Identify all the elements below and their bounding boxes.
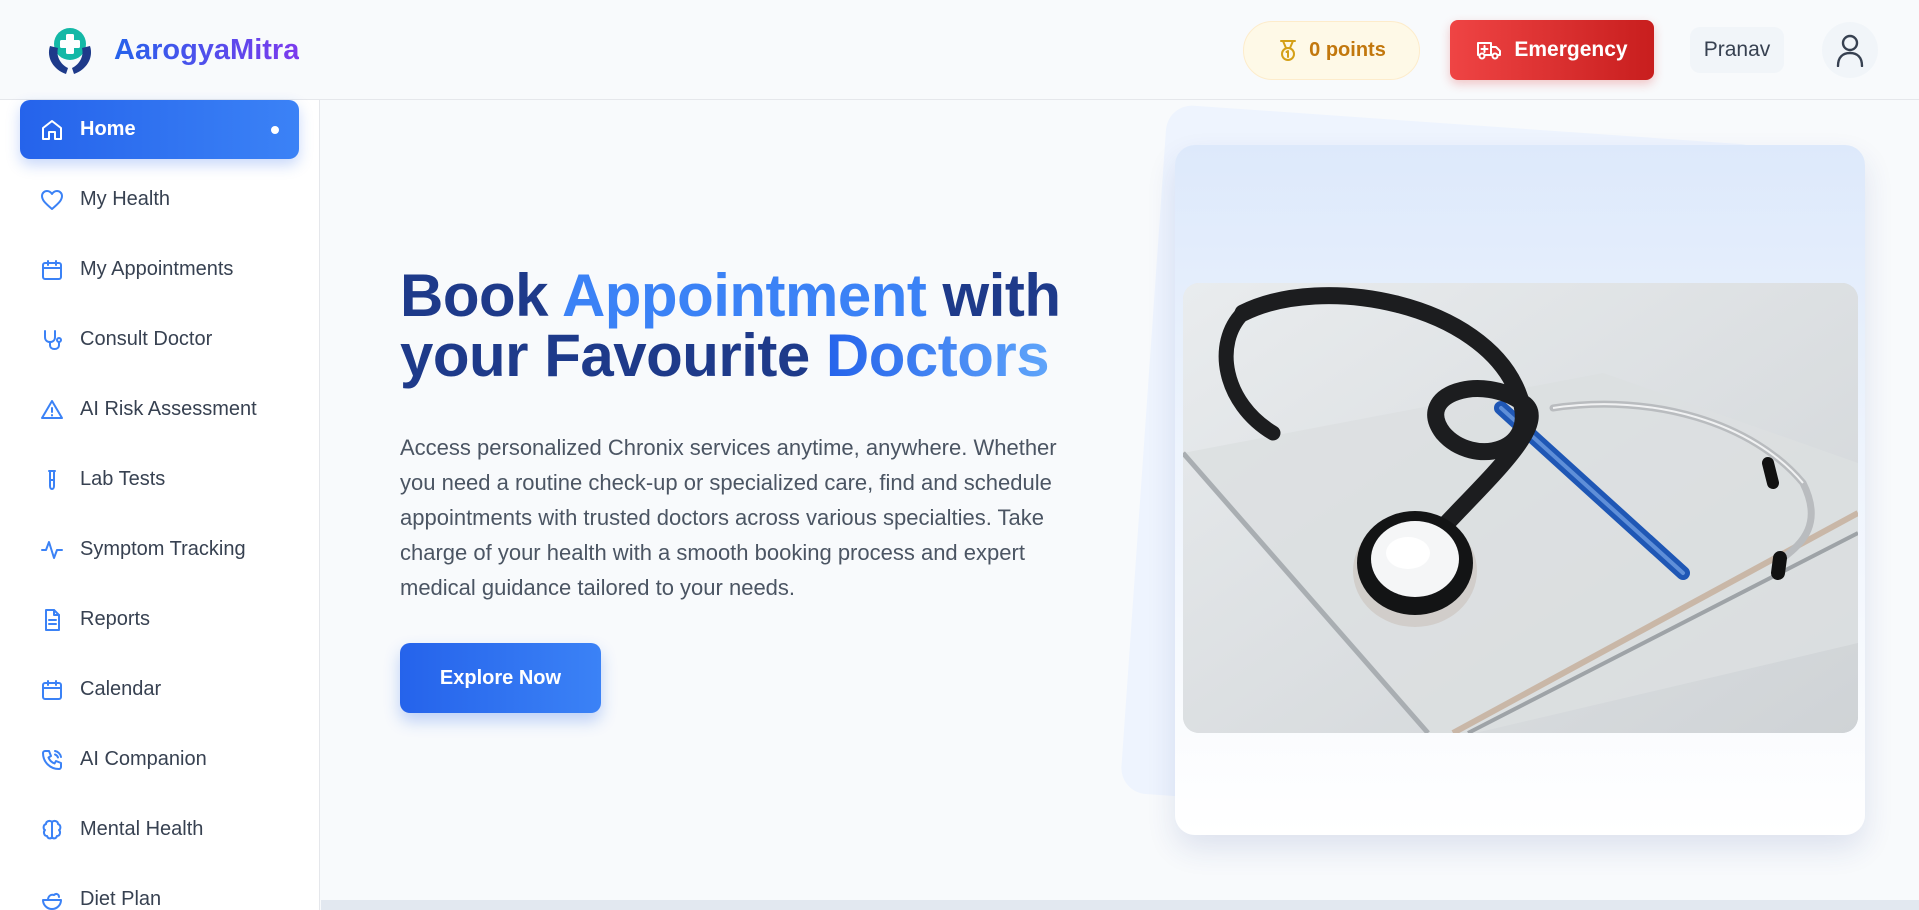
top-header: AarogyaMitra 0 points Emergency Pranav <box>0 0 1919 100</box>
sidebar-item-label: My Health <box>80 188 171 210</box>
ambulance-icon <box>1477 42 1502 60</box>
activity-icon <box>41 540 63 559</box>
sidebar-item-label: My Appointments <box>80 258 234 280</box>
stethoscope-icon <box>44 329 62 350</box>
sidebar-item-label: Home <box>80 118 136 140</box>
explore-now-label: Explore Now <box>439 666 562 689</box>
app-name: AarogyaMitra <box>114 33 300 66</box>
hero-title-accent: Appointment <box>561 262 927 329</box>
emergency-button[interactable]: Emergency <box>1450 20 1654 80</box>
avatar[interactable] <box>1822 22 1878 78</box>
home-icon <box>42 119 62 140</box>
sidebar-item-label: Consult Doctor <box>80 328 213 350</box>
sidebar-item-label: Symptom Tracking <box>80 538 246 560</box>
stethoscope-photo <box>1183 283 1858 733</box>
points-badge[interactable]: 0 points <box>1243 21 1420 80</box>
hero-title-part1: Book <box>400 262 562 329</box>
stethoscope-image-icon <box>1183 283 1858 733</box>
sidebar-item-mental-health[interactable]: Mental Health <box>20 800 299 859</box>
explore-now-button[interactable]: Explore Now <box>400 643 601 713</box>
active-indicator <box>271 126 279 134</box>
sidebar-item-label: Lab Tests <box>80 468 166 490</box>
salad-icon <box>42 892 62 910</box>
sidebar-item-home[interactable]: Home <box>20 100 299 159</box>
sidebar-item-ai-companion[interactable]: AI Companion <box>20 730 299 789</box>
brand[interactable]: AarogyaMitra <box>42 22 299 78</box>
hero-title: Book Appointment with your Favourite Doc… <box>400 266 1120 386</box>
sidebar-item-label: Reports <box>80 608 151 630</box>
heart-icon <box>41 189 63 210</box>
sidebar-item-lab-tests[interactable]: Lab Tests <box>20 450 299 509</box>
sidebar-item-my-appointments[interactable]: My Appointments <box>20 240 299 299</box>
sidebar-item-ai-risk-assessment[interactable]: AI Risk Assessment <box>20 380 299 439</box>
hero-description: Access personalized Chronix services any… <box>400 435 1057 600</box>
sidebar-item-diet-plan[interactable]: Diet Plan <box>20 870 299 910</box>
bottom-divider <box>321 900 1919 910</box>
calendar-icon <box>42 259 62 280</box>
hero-image-card <box>1175 145 1865 835</box>
sidebar-item-calendar[interactable]: Calendar <box>20 660 299 719</box>
warning-icon <box>41 399 63 419</box>
sidebar-item-label: Diet Plan <box>80 888 162 910</box>
phone-icon <box>42 749 62 770</box>
points-label: 0 points <box>1309 39 1386 61</box>
sidebar-item-reports[interactable]: Reports <box>20 590 299 649</box>
user-name: Pranav <box>1703 38 1771 61</box>
user-icon <box>1836 34 1864 67</box>
sidebar-item-label: Calendar <box>80 678 162 700</box>
calendar-icon <box>42 679 62 700</box>
user-name-button[interactable]: Pranav <box>1690 27 1784 73</box>
sidebar-item-my-health[interactable]: My Health <box>20 170 299 229</box>
main-content: Book Appointment with your Favourite Doc… <box>321 100 1919 910</box>
medal-icon <box>1280 39 1297 61</box>
sidebar-item-label: AI Risk Assessment <box>80 398 257 420</box>
sidebar-item-symptom-tracking[interactable]: Symptom Tracking <box>20 520 299 579</box>
hero-title-accent2: Doctors <box>825 322 1050 389</box>
sidebar-item-label: AI Companion <box>80 748 207 770</box>
brain-icon <box>42 819 62 839</box>
document-icon <box>45 608 60 631</box>
medical-cross-logo-icon <box>48 28 92 74</box>
sidebar-item-consult-doctor[interactable]: Consult Doctor <box>20 310 299 369</box>
test-tube-icon <box>48 469 56 490</box>
emergency-label: Emergency <box>1514 38 1628 61</box>
sidebar-item-label: Mental Health <box>80 818 204 840</box>
sidebar: Home My Health My Appointments Consult D… <box>0 100 320 910</box>
